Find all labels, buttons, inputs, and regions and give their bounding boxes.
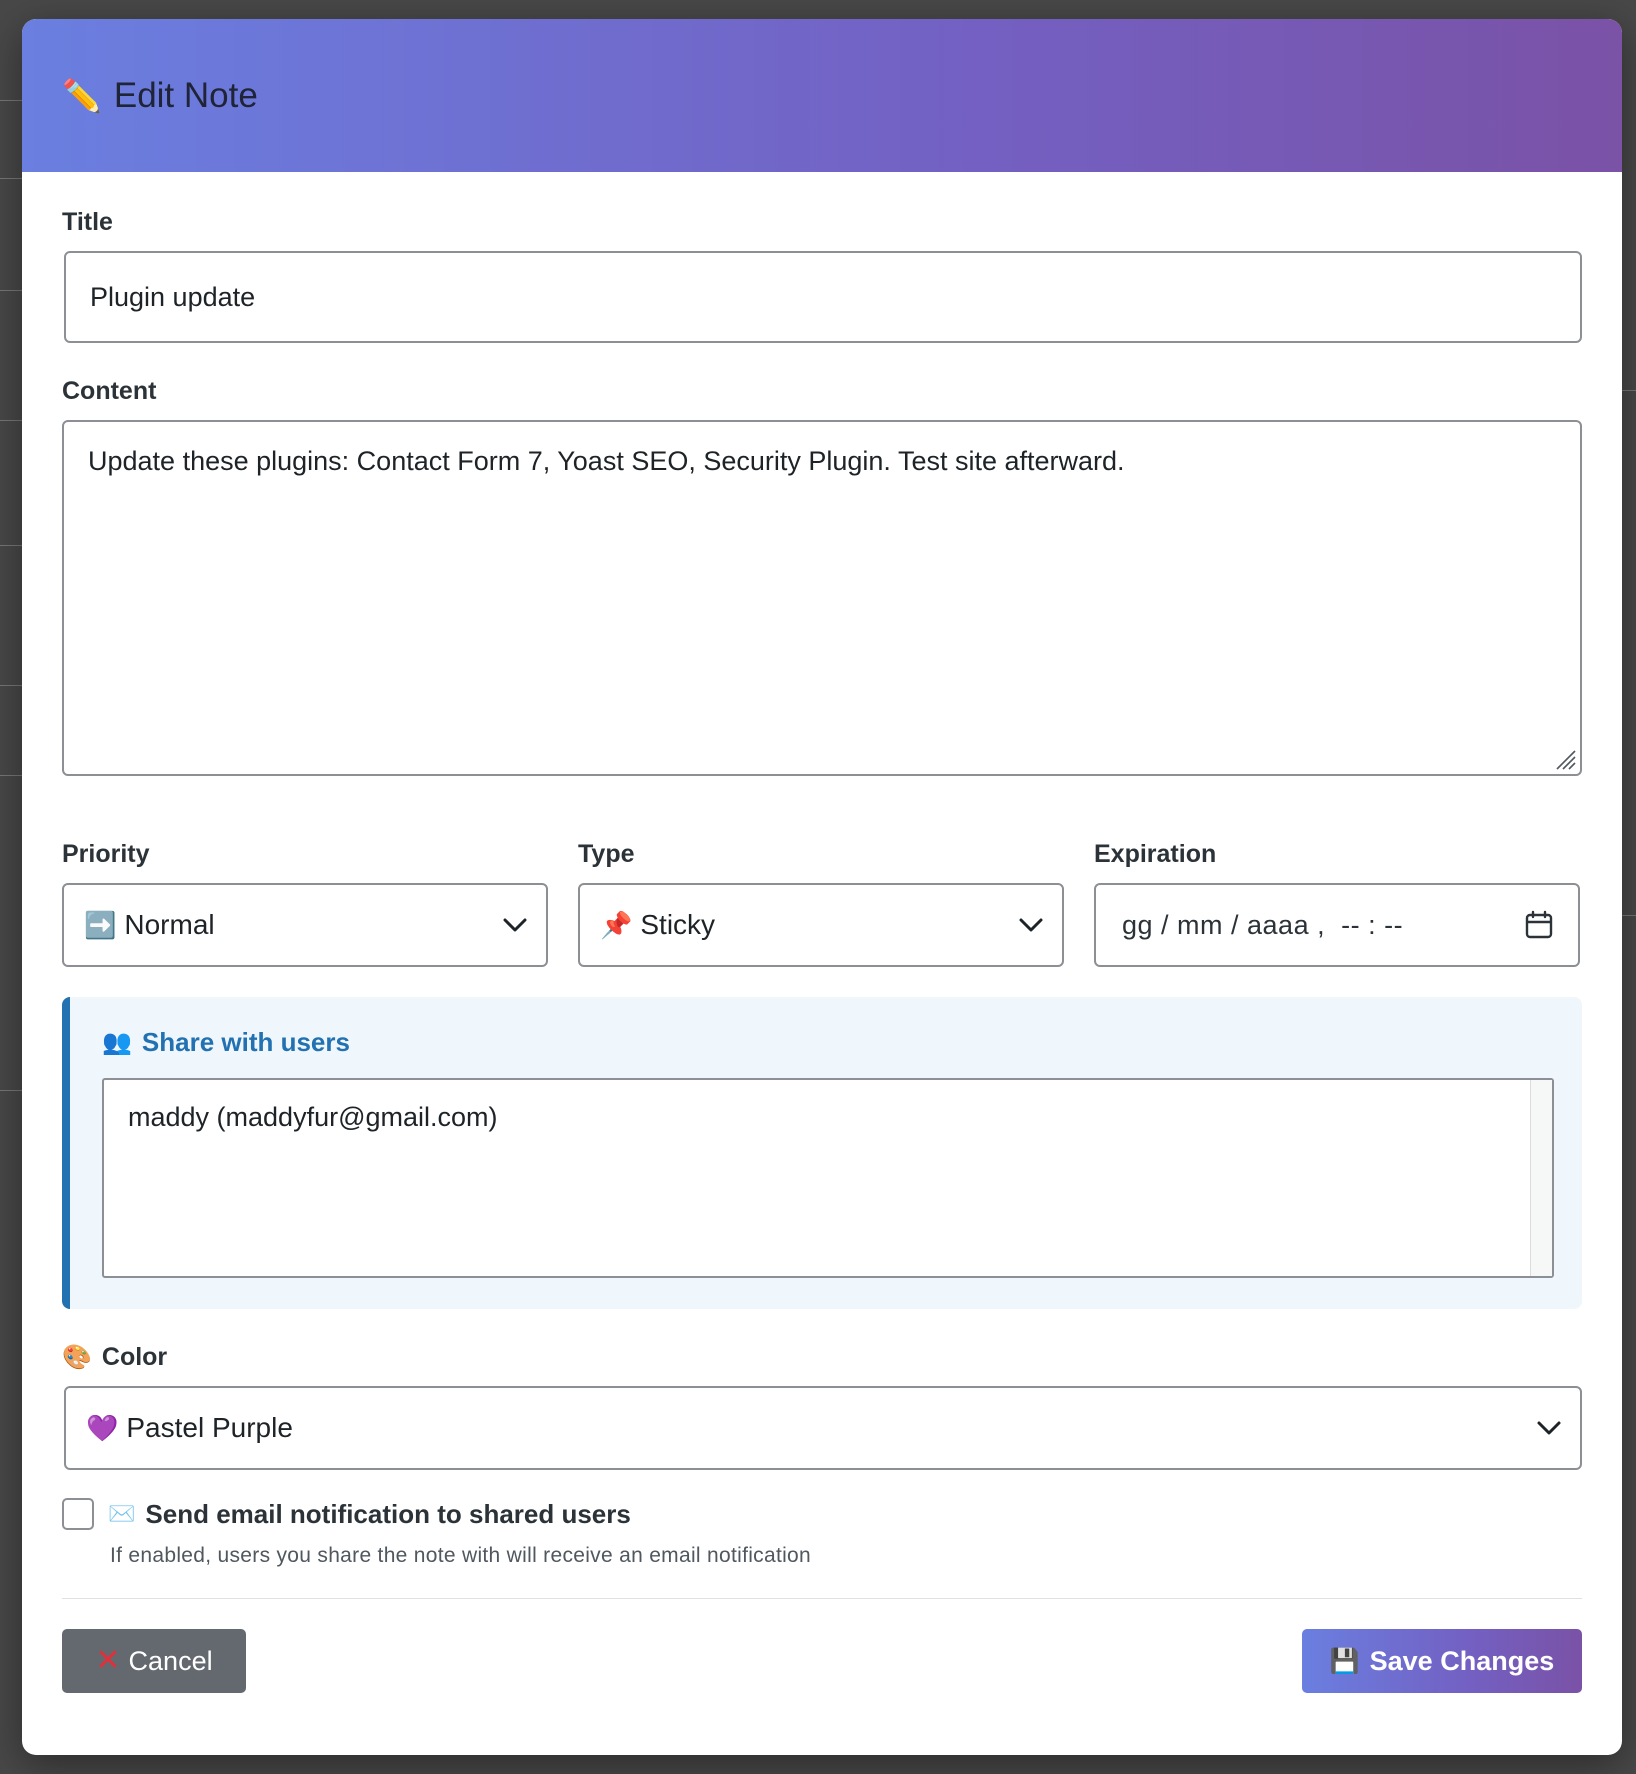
background-divider	[0, 1090, 22, 1091]
share-users-select[interactable]: maddy (maddyfur@gmail.com)	[102, 1078, 1554, 1278]
chevron-down-icon	[1019, 918, 1043, 932]
expiration-input[interactable]: gg / mm / aaaa , -- : --	[1094, 883, 1580, 967]
background-divider	[1622, 390, 1636, 391]
purple-heart-icon: 💜	[86, 1413, 119, 1443]
priority-field: Priority ➡️ Normal	[62, 840, 548, 967]
background-divider	[0, 420, 22, 421]
email-notification-row: ✉️ Send email notification to shared use…	[62, 1498, 1582, 1530]
priority-select[interactable]: ➡️ Normal	[62, 883, 548, 967]
priority-label: Priority	[62, 840, 150, 868]
chevron-down-icon	[503, 918, 527, 932]
modal-header: ✏️ Edit Note	[22, 19, 1622, 172]
envelope-icon: ✉️	[108, 1501, 136, 1526]
background-divider	[0, 685, 22, 686]
pencil-icon: ✏️	[62, 77, 102, 114]
right-arrow-icon: ➡️	[84, 910, 117, 940]
modal-footer: ✕ Cancel 💾 Save Changes	[62, 1629, 1582, 1693]
share-section: 👥 Share with users maddy (maddyfur@gmail…	[62, 997, 1582, 1309]
modal-body: Title Plugin update Content Update these…	[22, 172, 1622, 1693]
expiration-label: Expiration	[1094, 840, 1217, 868]
modal-title: Edit Note	[113, 75, 258, 115]
title-input[interactable]: Plugin update	[64, 251, 1582, 343]
title-label: Title	[62, 208, 113, 236]
edit-note-modal: ✏️ Edit Note Title Plugin update Content…	[22, 19, 1622, 1755]
save-changes-button[interactable]: 💾 Save Changes	[1302, 1629, 1582, 1693]
background-divider	[0, 178, 22, 179]
scrollbar[interactable]	[1530, 1080, 1552, 1276]
email-notification-checkbox[interactable]	[62, 1498, 94, 1530]
chevron-down-icon	[1537, 1421, 1561, 1435]
content-label: Content	[62, 377, 157, 405]
pushpin-icon: 📌	[600, 910, 633, 940]
expiration-placeholder: gg / mm / aaaa , -- : --	[1122, 909, 1404, 940]
background-divider	[0, 775, 22, 776]
share-user-option[interactable]: maddy (maddyfur@gmail.com)	[128, 1102, 1528, 1133]
resize-handle-icon[interactable]	[1554, 748, 1576, 770]
background-divider	[0, 290, 22, 291]
palette-icon: 🎨	[62, 1344, 92, 1371]
color-select[interactable]: 💜 Pastel Purple	[64, 1386, 1582, 1470]
floppy-disk-icon: 💾	[1329, 1647, 1360, 1675]
cancel-button[interactable]: ✕ Cancel	[62, 1629, 246, 1693]
content-textarea[interactable]: Update these plugins: Contact Form 7, Yo…	[62, 420, 1582, 776]
background-divider	[1622, 915, 1636, 916]
type-select[interactable]: 📌 Sticky	[578, 883, 1064, 967]
close-icon: ✕	[95, 1644, 121, 1677]
share-title: 👥 Share with users	[102, 1027, 350, 1057]
expiration-field: Expiration gg / mm / aaaa , -- : --	[1094, 840, 1580, 967]
priority-select-value: Normal	[124, 909, 215, 940]
background-divider	[0, 100, 22, 101]
users-icon: 👥	[102, 1029, 132, 1056]
email-notification-label[interactable]: ✉️ Send email notification to shared use…	[108, 1499, 631, 1530]
background-divider	[0, 545, 22, 546]
color-select-value: Pastel Purple	[126, 1412, 293, 1443]
type-label: Type	[578, 840, 635, 868]
calendar-icon[interactable]	[1524, 910, 1554, 940]
type-select-value: Sticky	[640, 909, 716, 940]
email-help-text: If enabled, users you share the note wit…	[110, 1544, 812, 1567]
title-input-value: Plugin update	[90, 281, 256, 312]
content-textarea-value: Update these plugins: Contact Form 7, Yo…	[88, 446, 1125, 476]
color-label: 🎨 Color	[62, 1343, 168, 1371]
type-field: Type 📌 Sticky	[578, 840, 1064, 967]
